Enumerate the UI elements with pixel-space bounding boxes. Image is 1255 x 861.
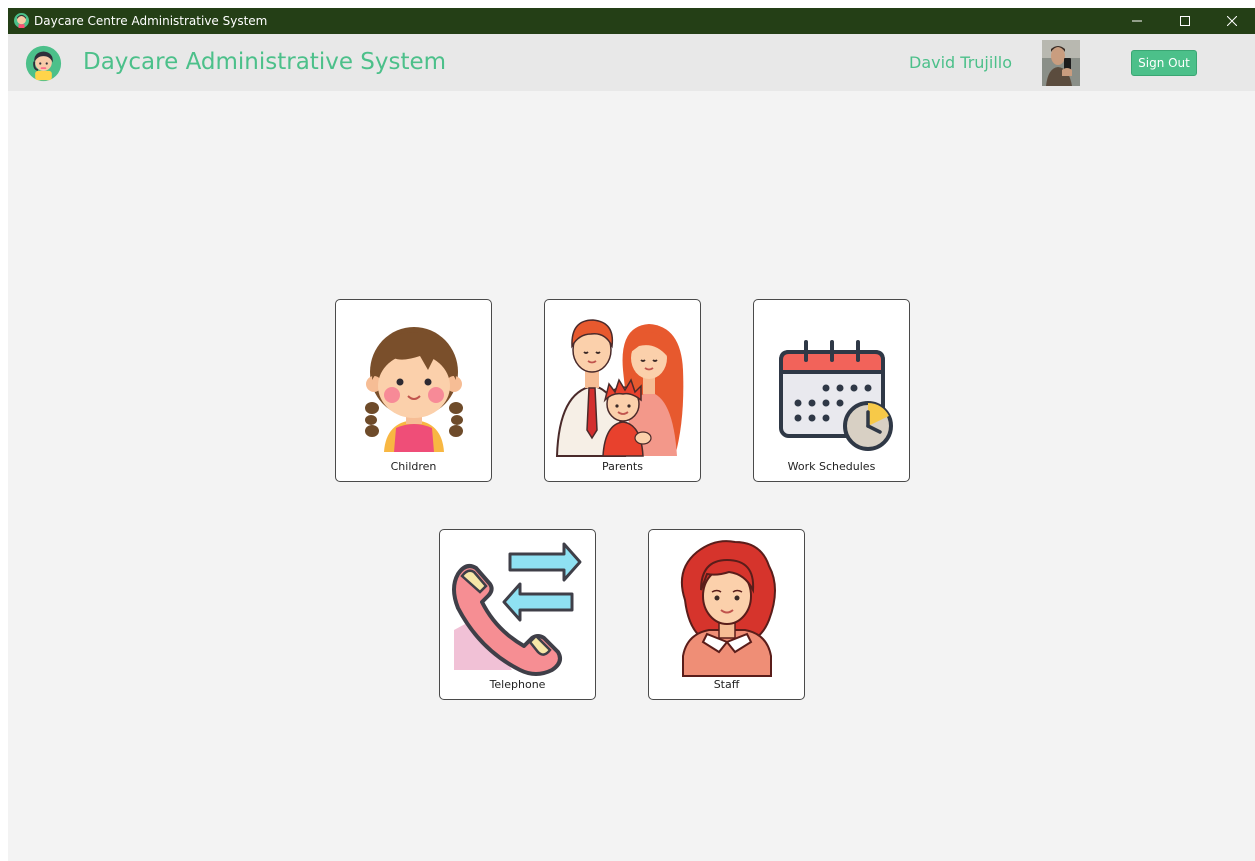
calendar-clock-icon [779,340,893,451]
title-bar: Daycare Centre Administrative System [8,8,1255,34]
tile-telephone[interactable]: Telephone [439,529,596,700]
app-window: Daycare Centre Administrative System Day… [8,8,1255,861]
family-icon [555,319,684,457]
maximize-icon [1180,16,1190,26]
sign-out-button[interactable]: Sign Out [1131,50,1197,76]
user-photo-icon [1042,40,1080,86]
app-logo-icon [14,13,29,28]
staff-woman-icon [681,540,776,677]
app-title: Daycare Administrative System [83,49,447,75]
daycare-logo-icon [25,45,62,82]
avatar [1042,40,1080,86]
tile-telephone-label: Telephone [489,678,546,691]
close-button[interactable] [1209,8,1255,34]
telephone-transfer-icon [452,542,582,676]
tile-work-schedules[interactable]: Work Schedules [753,299,910,482]
user-name: David Trujillo [909,53,1012,72]
tile-staff[interactable]: Staff [648,529,805,700]
maximize-button[interactable] [1162,8,1208,34]
tile-parents-label: Parents [602,460,643,473]
minimize-icon [1132,20,1142,22]
tile-work-schedules-label: Work Schedules [787,460,876,473]
close-icon [1227,16,1237,26]
app-header: Daycare Administrative System David Truj… [8,34,1255,91]
tile-children[interactable]: Children [335,299,492,482]
tile-parents[interactable]: Parents [544,299,701,482]
window-title: Daycare Centre Administrative System [34,14,268,28]
child-girl-icon [365,327,463,452]
minimize-button[interactable] [1114,8,1160,34]
tile-children-label: Children [390,460,437,473]
tile-staff-label: Staff [713,678,740,691]
